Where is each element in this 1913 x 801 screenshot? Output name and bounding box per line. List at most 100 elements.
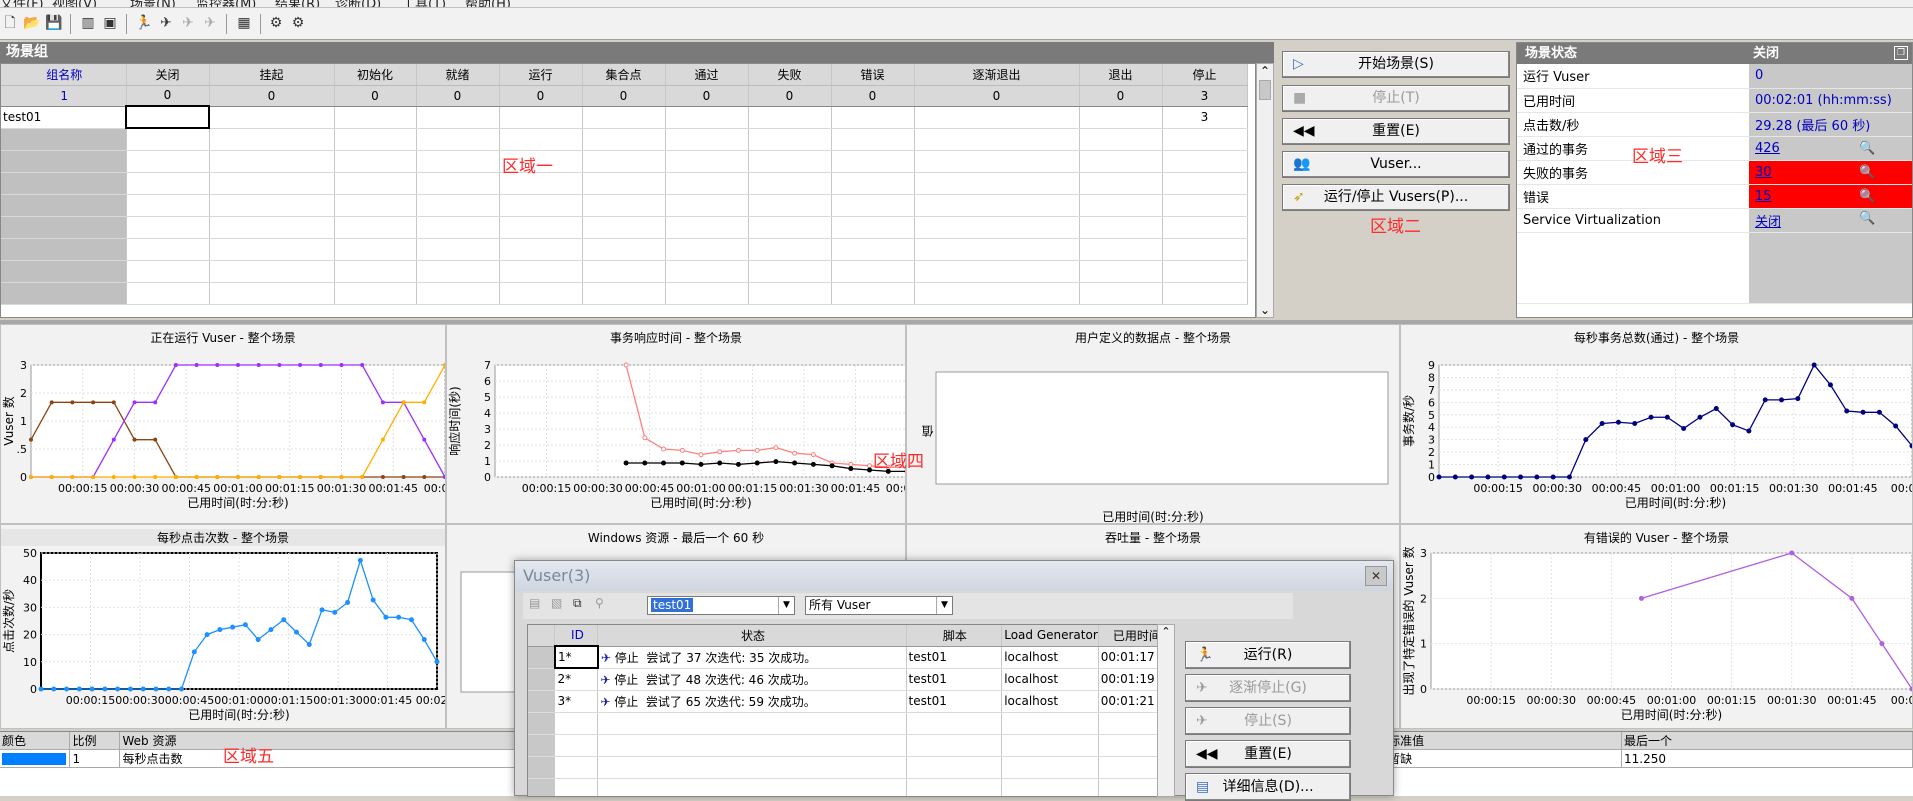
vuser-grid[interactable]: ID 状态 脚本 Load Generator 已用时间 1* ✈ 停止 尝试了… — [527, 624, 1175, 797]
close-icon[interactable]: ✕ — [1365, 566, 1387, 586]
vusers-button[interactable]: 👥 Vuser... — [1282, 151, 1510, 178]
menu-file[interactable]: 文件(F) — [0, 0, 44, 7]
analyze-icon[interactable]: ▦ — [234, 13, 254, 33]
graph-tps[interactable]: 每秒事务总数(通过) - 整个场景 9 8 7 6 5 4 3 2 1 0 00:00:15 00:0… — [1400, 324, 1913, 524]
col-exit[interactable]: 退出 — [1079, 64, 1163, 86]
col-pending[interactable]: 挂起 — [209, 64, 335, 86]
status-value-passed[interactable]: 426 — [1755, 141, 1780, 156]
gradual-stop-button[interactable]: ✈ 逐渐停止(G) — [1185, 674, 1351, 702]
menu-scenario[interactable]: 场景(N) — [130, 0, 176, 7]
open-folder-icon[interactable]: 📂 — [22, 13, 42, 33]
restore-icon[interactable]: ❐ — [1894, 46, 1908, 60]
x-tick-label: 00:01:30 — [1769, 482, 1818, 495]
stop-button[interactable]: ■ 停止(T) — [1282, 85, 1510, 112]
data-point — [215, 363, 220, 367]
save-icon[interactable]: 💾 — [44, 13, 64, 33]
vuser-id[interactable]: 1* — [553, 645, 599, 669]
col-down[interactable]: 关闭 — [126, 64, 210, 86]
design-icon[interactable]: ▥ — [78, 13, 98, 33]
scroll-thumb[interactable] — [1259, 80, 1271, 100]
col-status[interactable]: 状态 — [597, 625, 907, 647]
graph-running-vusers[interactable]: 正在运行 Vuser - 整个场景 3 2 1.5 0 00:00:15 00:00:30… — [0, 324, 446, 524]
status-value-failed[interactable]: 30 — [1755, 165, 1772, 180]
y-tick-label: 7 — [1428, 384, 1435, 397]
delete-icon[interactable]: ▧ — [551, 596, 562, 610]
scroll-down-icon[interactable]: ⌄ — [1257, 303, 1273, 317]
scenario-grid-scrollbar[interactable]: ⌃ ⌄ — [1256, 63, 1274, 318]
table-row[interactable]: 3* ✈ 停止 尝试了 65 次迭代: 59 次成功。 test01 local… — [528, 690, 1174, 713]
vuser-id[interactable]: 2* — [554, 668, 599, 691]
graph-user-defined[interactable]: 用户定义的数据点 - 整个场景 值 已用时间(时:分:秒) — [906, 324, 1400, 524]
gradual-stop-icon[interactable]: ✈ — [178, 13, 198, 33]
filter-icon[interactable]: ⚲ — [595, 596, 604, 610]
group-name-cell[interactable]: test01 — [1, 106, 127, 129]
data-point — [102, 686, 108, 692]
reset-button[interactable]: ◀◀ 重置(E) — [1282, 118, 1510, 145]
details-button[interactable]: ▤ 详细信息(D)... — [1185, 773, 1351, 801]
col-group-name[interactable]: 组名称 — [1, 64, 127, 86]
search-icon[interactable]: 🔍 — [1859, 189, 1875, 204]
copy-icon[interactable]: ⧉ — [573, 596, 582, 611]
menu-tools[interactable]: 工具(T) — [402, 0, 446, 7]
status-value-sv[interactable]: 关闭 — [1755, 215, 1781, 230]
start-scenario-button[interactable]: ▷ 开始场景(S) — [1282, 51, 1510, 78]
col-gradual-exit[interactable]: 逐渐退出 — [914, 64, 1080, 86]
run-view-icon[interactable]: ▣ — [100, 13, 120, 33]
status-value-errors[interactable]: 15 — [1755, 189, 1772, 204]
col-id[interactable]: ID — [554, 625, 599, 647]
col-run[interactable]: 运行 — [499, 64, 583, 86]
graph-error-vusers[interactable]: 有错误的 Vuser - 整个场景 3 2 1 0 00:00:15 00:00:30 00… — [1400, 524, 1913, 729]
run-vuser-button[interactable]: 🏃 运行(R) — [1185, 641, 1351, 669]
data-point — [76, 686, 82, 692]
col-stopped[interactable]: 停止 — [1162, 64, 1248, 86]
run-vuser-icon[interactable]: 🏃 — [134, 13, 154, 33]
table-row[interactable]: 2* ✈ 停止 尝试了 48 次迭代: 46 次成功。 test01 local… — [528, 668, 1174, 691]
data-point — [255, 637, 261, 643]
data-point — [132, 400, 137, 405]
vuser-id[interactable]: 3* — [554, 690, 599, 713]
graph-hits[interactable]: 每秒点击次数 - 整个场景 50 40 30 20 10 0 00:00:15 00:00:3… — [0, 524, 446, 729]
col-passed[interactable]: 通过 — [665, 64, 749, 86]
group-select[interactable]: test01 ▼ — [647, 596, 795, 615]
col-init[interactable]: 初始化 — [334, 64, 417, 86]
stop-icon: ■ — [1293, 90, 1307, 106]
table-row[interactable]: test01 3 — [1, 105, 1248, 129]
search-icon[interactable]: 🔍 — [1859, 211, 1875, 226]
x-tick-label: 00:01:30 — [317, 482, 366, 495]
menu-diagnostics[interactable]: 诊断(D) — [335, 0, 381, 7]
menu-monitor[interactable]: 监控器(M) — [196, 0, 256, 7]
vuser-grid-scrollbar[interactable]: ⌃ — [1157, 624, 1175, 797]
search-icon[interactable]: 🔍 — [1859, 165, 1875, 180]
run-vuser2-icon[interactable]: ✈ — [156, 13, 176, 33]
menu-help[interactable]: 帮助(H) — [465, 0, 511, 7]
stop-vuser-button[interactable]: ✈ 停止(S) — [1185, 707, 1351, 735]
new-scenario-icon[interactable]: 🗋 — [0, 13, 20, 33]
col-rendezvous[interactable]: 集合点 — [582, 64, 666, 86]
dialog-toolbar: ▤ ▧ ⧉ ⚲ test01 ▼ 所有 Vuser ▼ — [523, 593, 1293, 619]
run-stop-vusers-button[interactable]: ➶ 运行/停止 Vusers(P)... — [1282, 184, 1510, 211]
x-tick-label: 00:00:45 — [165, 694, 214, 707]
col-error[interactable]: 错误 — [831, 64, 915, 86]
filter-select[interactable]: 所有 Vuser ▼ — [805, 596, 953, 615]
menu-results[interactable]: 结果(R) — [275, 0, 320, 7]
group-icon[interactable]: ⚙ — [266, 13, 286, 33]
data-point — [360, 363, 365, 367]
data-point — [230, 624, 236, 630]
scroll-up-icon[interactable]: ⌃ — [1158, 625, 1174, 638]
col-load-gen[interactable]: Load Generator — [1001, 625, 1099, 647]
stop-vuser-icon[interactable]: ✈ — [200, 13, 220, 33]
menu-view[interactable]: 视图(V) — [52, 0, 97, 7]
table-row[interactable]: 1* ✈ 停止 尝试了 37 次迭代: 35 次成功。 test01 local… — [528, 645, 1174, 669]
details-icon[interactable]: ▤ — [529, 596, 540, 610]
selected-cell[interactable] — [125, 105, 210, 129]
graph-txn-response[interactable]: 事务响应时间 - 整个场景 7 6 5 4 3 2 1 0 00:00:15 00:00:30 00… — [446, 324, 906, 524]
col-ready[interactable]: 就绪 — [416, 64, 500, 86]
scenario-group-grid[interactable]: 组名称 关闭 挂起 初始化 就绪 运行 集合点 通过 失败 错误 逐渐退出 退出… — [0, 63, 1256, 318]
scroll-up-icon[interactable]: ⌃ — [1257, 64, 1273, 78]
reset-vuser-button[interactable]: ◀◀ 重置(E) — [1185, 740, 1351, 768]
col-failed[interactable]: 失败 — [748, 64, 832, 86]
search-icon[interactable]: 🔍 — [1859, 141, 1875, 156]
settings-icon[interactable]: ⚙ — [288, 13, 308, 33]
col-script[interactable]: 脚本 — [906, 625, 1003, 647]
vuser-dialog[interactable]: Vuser(3) ✕ ▤ ▧ ⧉ ⚲ test01 ▼ 所有 Vuser ▼ ID … — [514, 560, 1394, 801]
